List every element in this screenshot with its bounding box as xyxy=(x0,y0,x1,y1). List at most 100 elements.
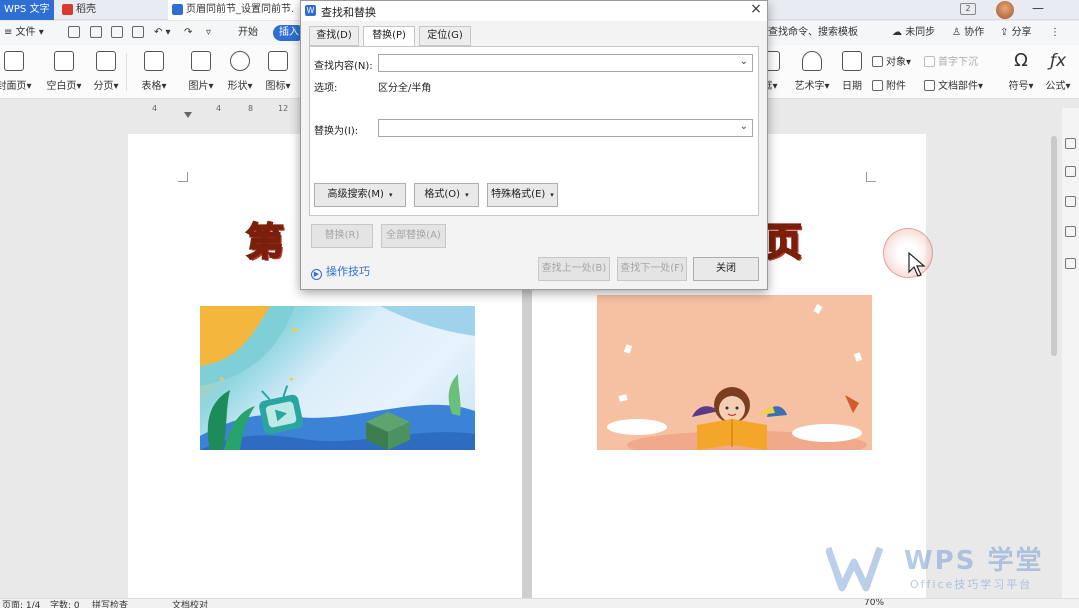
scrollbar-thumb[interactable] xyxy=(1051,136,1057,356)
redo-icon[interactable]: ↷ xyxy=(184,25,192,41)
svg-text:✦: ✦ xyxy=(218,375,226,385)
export-icon[interactable] xyxy=(90,26,102,38)
object-icon xyxy=(872,56,883,67)
ruler-mark: 4 xyxy=(216,104,222,113)
illustration-tv-art: ✦ ✦ ✦ xyxy=(200,306,475,450)
title-art-right: 页 xyxy=(763,211,814,265)
share-button[interactable]: ⇪ 分享 xyxy=(1000,25,1032,41)
blank-page-icon xyxy=(54,51,74,71)
format-label: 格式(O) xyxy=(424,189,461,200)
table-button[interactable]: 表格▾ xyxy=(128,51,180,92)
undo-icon[interactable]: ↶ ▾ xyxy=(154,25,171,41)
tab-goto[interactable]: 定位(G) xyxy=(419,26,471,46)
object-button[interactable]: 对象▾ xyxy=(872,53,911,68)
tips-link[interactable]: ▶ 操作技巧 xyxy=(311,263,370,280)
cover-page-label: 封面页▾ xyxy=(0,81,32,92)
chevron-down-icon[interactable]: ⌄ xyxy=(740,56,748,67)
find-previous-button[interactable]: 查找上一处(B) xyxy=(538,257,610,281)
dropcap-label: 首字下沉 xyxy=(938,57,978,68)
icon-library-label: 图标▾ xyxy=(265,81,291,92)
date-button[interactable]: 日期 xyxy=(826,51,878,92)
app-tab-wps[interactable]: WPS 文字 xyxy=(0,0,54,20)
tab-replace[interactable]: 替换(P) xyxy=(363,26,415,47)
wps-logo-icon xyxy=(826,546,884,592)
dropcap-button[interactable]: 首字下沉 xyxy=(924,53,978,68)
more-icon[interactable]: ⋮ xyxy=(1050,25,1060,41)
word-count[interactable]: 字数: 0 xyxy=(50,599,80,608)
sync-status-button[interactable]: ☁ 未同步 xyxy=(892,25,935,41)
watermark-brand: WPS 学堂 xyxy=(904,546,1044,576)
picture-icon xyxy=(191,51,211,71)
attachment-label: 附件 xyxy=(886,81,906,92)
settings-icon[interactable] xyxy=(1065,196,1076,207)
help-icon[interactable] xyxy=(1065,258,1076,269)
print-icon[interactable] xyxy=(111,26,123,38)
icon-library-button[interactable]: 图标▾ xyxy=(252,51,304,92)
collaborate-button[interactable]: ♙ 协作 xyxy=(952,25,984,41)
doc-parts-button[interactable]: 文档部件▾ xyxy=(924,77,983,92)
cover-page-button[interactable]: 封面页▾ xyxy=(0,51,40,92)
spellcheck-toggle[interactable]: 拼写检查 xyxy=(92,599,128,608)
horizontal-ruler[interactable]: 4 4 8 12 xyxy=(128,103,303,117)
mouse-cursor-icon xyxy=(908,252,926,277)
doc-parts-label: 文档部件▾ xyxy=(938,81,984,92)
special-format-label: 特殊格式(E) xyxy=(491,189,546,200)
page-count[interactable]: 页面: 1/4 xyxy=(2,599,40,608)
illustration-tv[interactable]: ✦ ✦ ✦ xyxy=(200,306,475,450)
zoom-level[interactable]: 70% xyxy=(864,599,884,608)
attachment-icon xyxy=(872,80,883,91)
find-replace-dialog: W 查找和替换 × 查找(D) 替换(P) 定位(G) 查找内容(N): ⌄ 选… xyxy=(300,0,768,290)
avatar[interactable] xyxy=(996,1,1014,19)
calendar-icon xyxy=(842,51,862,71)
proofread-button[interactable]: 文档校对 xyxy=(172,599,208,608)
replace-panel: 查找内容(N): ⌄ 选项: 区分全/半角 替换为(I): ⌄ 高级搜索(M) ▾… xyxy=(309,46,759,216)
table-icon xyxy=(144,51,164,71)
fx-icon: ƒx xyxy=(1048,51,1068,71)
advanced-search-label: 高级搜索(M) xyxy=(327,189,384,200)
indent-marker[interactable] xyxy=(184,112,192,118)
customize-icon[interactable]: ▿ xyxy=(206,25,211,41)
minimize-icon[interactable]: — xyxy=(1032,1,1044,15)
replace-button[interactable]: 替换(R) xyxy=(311,224,373,248)
double-chevron-down-icon: ▾ xyxy=(388,191,393,199)
side-toolbar xyxy=(1062,108,1079,608)
tab-daoke[interactable]: 稻壳 xyxy=(58,0,158,20)
illustration-reading-girl-art xyxy=(607,304,867,450)
format-button[interactable]: 格式(O) ▾ xyxy=(414,183,479,207)
word-doc-icon xyxy=(172,4,183,15)
close-icon[interactable]: × xyxy=(747,1,765,19)
tab-find[interactable]: 查找(D) xyxy=(309,26,359,46)
preview-icon[interactable] xyxy=(132,26,144,38)
advanced-search-button[interactable]: 高级搜索(M) ▾ xyxy=(314,183,406,207)
find-next-button[interactable]: 查找下一处(F) xyxy=(617,257,687,281)
page-break-button[interactable]: 分页▾ xyxy=(80,51,132,92)
date-label: 日期 xyxy=(842,81,862,92)
attachment-button[interactable]: 附件 xyxy=(872,77,906,92)
table-label: 表格▾ xyxy=(141,81,167,92)
share-side-icon[interactable] xyxy=(1065,226,1076,237)
omega-icon: Ω xyxy=(1011,51,1031,71)
ruler-mark: 4 xyxy=(152,104,158,113)
search-command-input[interactable]: 查找命令、搜索模板 xyxy=(768,25,858,41)
formula-button[interactable]: ƒx 公式▾ xyxy=(1032,51,1079,92)
replace-input[interactable]: ⌄ xyxy=(378,119,753,137)
file-menu[interactable]: ≡ 文件 ▾ xyxy=(4,25,44,41)
close-button[interactable]: 关闭 xyxy=(693,257,759,281)
select-icon[interactable] xyxy=(1065,166,1076,177)
caret-down-icon: ▾ xyxy=(550,191,554,199)
find-input[interactable]: ⌄ xyxy=(378,54,753,72)
tab-start[interactable]: 开始 xyxy=(238,25,258,41)
tab-document[interactable]: 页眉同前节_设置同前节. xyxy=(168,0,302,20)
special-format-button[interactable]: 特殊格式(E) ▾ xyxy=(487,183,558,207)
illustration-reading-girl[interactable] xyxy=(597,295,872,450)
replace-all-button[interactable]: 全部替换(A) xyxy=(381,224,446,248)
vertical-scrollbar[interactable] xyxy=(1049,108,1059,598)
edit-pen-icon[interactable] xyxy=(1065,138,1076,149)
chevron-down-icon[interactable]: ⌄ xyxy=(740,121,748,132)
svg-text:✦: ✦ xyxy=(288,375,295,384)
tab-document-label: 页眉同前节_设置同前节. xyxy=(186,4,295,15)
dialog-titlebar[interactable]: W 查找和替换 × xyxy=(301,1,767,21)
replace-label: 替换为(I): xyxy=(314,126,359,137)
window-count-badge[interactable]: 2 xyxy=(960,3,976,15)
save-icon[interactable] xyxy=(68,26,80,38)
